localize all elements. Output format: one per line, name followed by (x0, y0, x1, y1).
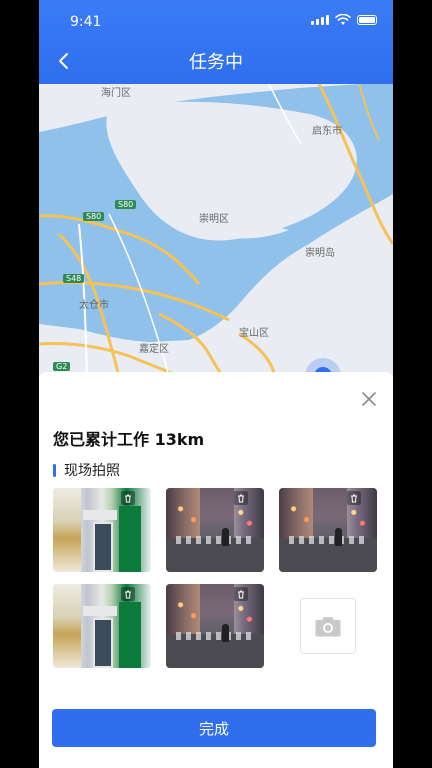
close-button[interactable] (360, 390, 378, 408)
status-time: 9:41 (70, 14, 102, 30)
map-view[interactable]: 海门区 启东市 崇明区 崇明岛 太仓市 嘉定区 宝山区 S80 S80 S48 … (39, 84, 393, 376)
section-title: 现场拍照 (64, 463, 120, 479)
status-icons (311, 14, 377, 26)
section-header: 现场拍照 (53, 460, 120, 480)
road-badge-s48: S48 (63, 274, 85, 283)
road-badge-s80b: S80 (83, 212, 105, 221)
road-badge-g2: G2 (53, 362, 71, 371)
map-label-haimen: 海门区 (101, 88, 131, 99)
wifi-icon (335, 14, 351, 25)
trash-icon[interactable] (234, 491, 248, 505)
map-label-chongming-qu: 崇明区 (199, 214, 229, 225)
photo-thumbnail-1[interactable] (53, 488, 151, 572)
map-label-baoshan: 宝山区 (239, 328, 269, 339)
photo-thumbnail-4[interactable] (53, 584, 151, 668)
done-button[interactable]: 完成 (52, 709, 376, 747)
work-summary: 您已累计工作 13km (53, 430, 205, 449)
top-bar: 9:41 任务中 (39, 0, 393, 84)
add-photo-button[interactable] (300, 598, 356, 654)
trash-icon[interactable] (347, 491, 361, 505)
map-label-chongming-dao: 崇明岛 (305, 248, 335, 259)
close-icon (362, 392, 376, 406)
camera-icon (315, 617, 341, 637)
battery-icon (357, 15, 377, 25)
page-title: 任务中 (189, 52, 243, 73)
status-bar: 9:41 (39, 0, 393, 40)
photo-thumbnail-3[interactable] (279, 488, 377, 572)
photo-thumbnail-5[interactable] (166, 584, 264, 668)
trash-icon[interactable] (121, 491, 135, 505)
photo-thumbnail-2[interactable] (166, 488, 264, 572)
map-label-taicang: 太仓市 (79, 300, 109, 311)
map-label-jiading: 嘉定区 (139, 344, 169, 355)
map-label-qidong: 启东市 (312, 126, 342, 137)
phone-screen: 9:41 任务中 海门区 启东市 崇明区 崇明岛 太仓市 嘉定区 宝山区 S80… (39, 0, 393, 768)
trash-icon[interactable] (121, 587, 135, 601)
section-accent-bar (53, 463, 56, 477)
bottom-sheet: 您已累计工作 13km 现场拍照 完成 (39, 372, 393, 768)
road-badge-s80a: S80 (115, 200, 137, 209)
trash-icon[interactable] (234, 587, 248, 601)
signal-icon (311, 15, 329, 25)
